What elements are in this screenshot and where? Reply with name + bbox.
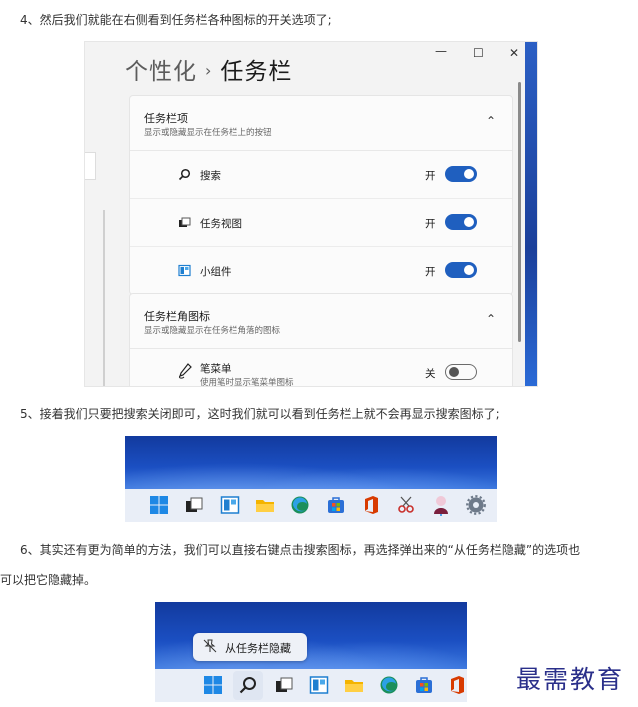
step6-text-line2: 可以把它隐藏掉。 (0, 573, 97, 587)
task-view-toggle[interactable] (445, 214, 477, 230)
taskbar-items-card: 任务栏项 显示或隐藏显示在任务栏上的按钮 ⌃ 搜索 开 任务视图 开 小组件 开 (129, 95, 513, 295)
widgets-icon (178, 264, 191, 277)
widgets-icon[interactable] (309, 675, 329, 695)
sidebar-tab (85, 152, 96, 180)
snipping-tool-icon[interactable] (396, 495, 416, 515)
toggle-state-text: 开 (425, 218, 436, 230)
content-scrollbar[interactable] (518, 82, 521, 342)
toggle-state-text: 开 (425, 266, 436, 278)
wallpaper (125, 436, 497, 492)
breadcrumb-parent[interactable]: 个性化 (125, 59, 197, 85)
setting-row-widgets: 小组件 开 (130, 247, 512, 294)
settings-gear-icon[interactable] (466, 495, 486, 515)
search-toggle[interactable] (445, 166, 477, 182)
taskbar (155, 669, 467, 702)
taskbar-screenshot-2: 从任务栏隐藏 (155, 602, 467, 702)
hide-from-taskbar-menu-item[interactable]: 从任务栏隐藏 (225, 640, 291, 656)
pen-icon (178, 363, 192, 379)
taskbar-items-header[interactable]: 任务栏项 显示或隐藏显示在任务栏上的按钮 ⌃ (130, 96, 512, 151)
section-subtitle: 显示或隐藏显示在任务栏角落的图标 (144, 326, 281, 336)
app-avatar-icon[interactable] (431, 494, 451, 516)
step5-text: 5、接着我们只要把搜索关闭即可，这时我们就可以看到任务栏上就不会再显示搜索图标了… (20, 407, 500, 421)
store-icon[interactable] (414, 675, 434, 695)
breadcrumb-separator: › (205, 61, 213, 80)
search-icon[interactable] (238, 675, 258, 695)
setting-label: 笔菜单 (200, 363, 232, 375)
taskbar-corner-card: 任务栏角图标 显示或隐藏显示在任务栏角落的图标 ⌃ 笔菜单 使用笔时显示笔菜单图… (129, 293, 513, 387)
page-title: 个性化 › 任务栏 (125, 52, 292, 86)
setting-row-pen-menu: 笔菜单 使用笔时显示笔菜单图标 关 (130, 349, 512, 387)
setting-row-task-view: 任务视图 开 (130, 199, 512, 247)
close-button[interactable]: ✕ (509, 46, 519, 60)
watermark-logo: 最需教育 (516, 665, 625, 694)
sidebar-scroll-rail (103, 210, 105, 386)
file-explorer-icon[interactable] (255, 495, 275, 515)
office-icon[interactable] (361, 495, 381, 515)
wallpaper-edge (525, 42, 537, 386)
step6-text-line1: 6、其实还有更为简单的方法，我们可以直接右键点击搜索图标，再选择弹出来的“从任务… (20, 543, 581, 557)
start-icon[interactable] (203, 675, 223, 695)
section-title: 任务栏角图标 (144, 310, 210, 323)
widgets-toggle[interactable] (445, 262, 477, 278)
task-view-icon (178, 216, 191, 229)
chevron-up-icon[interactable]: ⌃ (486, 114, 496, 128)
section-title: 任务栏项 (144, 112, 188, 125)
search-icon (178, 168, 191, 181)
toggle-state-text: 关 (425, 368, 436, 380)
taskbar-screenshot-1 (125, 436, 497, 522)
store-icon[interactable] (326, 495, 346, 515)
office-icon[interactable] (447, 675, 467, 695)
unpin-icon (203, 639, 217, 656)
section-subtitle: 显示或隐藏显示在任务栏上的按钮 (144, 128, 272, 138)
widgets-icon[interactable] (220, 495, 240, 515)
maximize-button[interactable]: ☐ (473, 46, 484, 60)
file-explorer-icon[interactable] (344, 675, 364, 695)
breadcrumb-current: 任务栏 (220, 59, 293, 85)
pen-menu-toggle[interactable] (445, 364, 477, 380)
context-menu: 从任务栏隐藏 (193, 633, 307, 661)
task-view-icon[interactable] (274, 675, 294, 695)
taskbar-corner-header[interactable]: 任务栏角图标 显示或隐藏显示在任务栏角落的图标 ⌃ (130, 294, 512, 349)
edge-icon[interactable] (290, 495, 310, 515)
taskbar (125, 489, 497, 522)
minimize-button[interactable]: — (435, 44, 447, 58)
setting-row-search: 搜索 开 (130, 151, 512, 199)
setting-label: 搜索 (200, 170, 221, 182)
task-view-icon[interactable] (184, 495, 204, 515)
start-icon[interactable] (149, 495, 169, 515)
setting-label: 小组件 (200, 266, 232, 278)
chevron-up-icon[interactable]: ⌃ (486, 312, 496, 326)
toggle-state-text: 开 (425, 170, 436, 182)
step4-text: 4、然后我们就能在右侧看到任务栏各种图标的开关选项了; (20, 13, 332, 27)
setting-label: 任务视图 (200, 218, 242, 230)
edge-icon[interactable] (379, 675, 399, 695)
settings-screenshot: 个性化 › 任务栏 — ☐ ✕ 任务栏项 显示或隐藏显示在任务栏上的按钮 ⌃ 搜索 … (84, 41, 538, 387)
setting-sublabel: 使用笔时显示笔菜单图标 (200, 378, 294, 387)
